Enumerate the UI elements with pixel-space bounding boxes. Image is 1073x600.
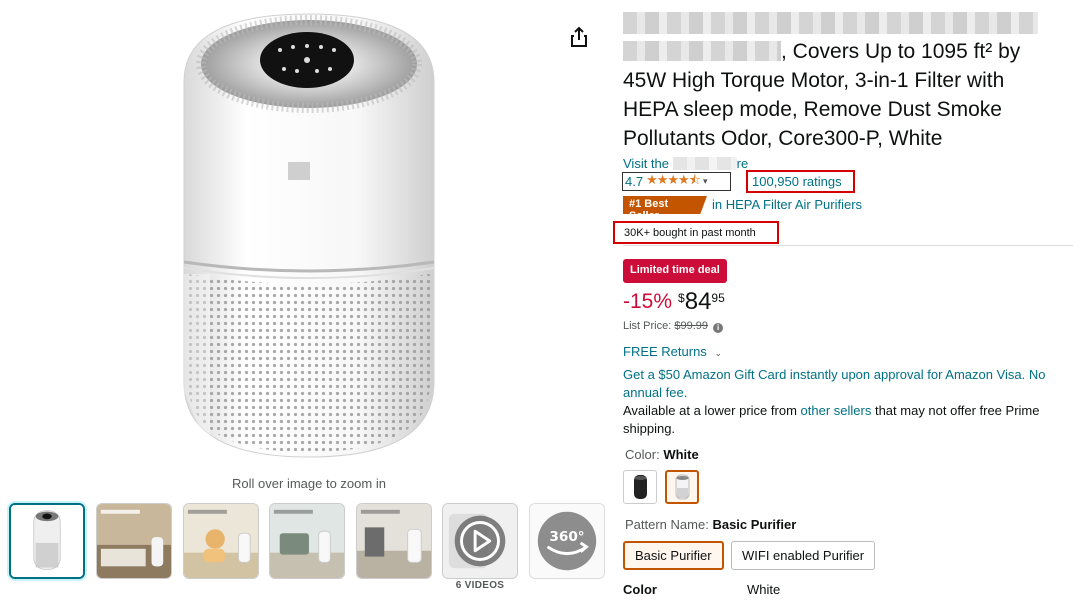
title-line-3: HEPA sleep mode, Remove Dust Smoke — [623, 98, 1002, 121]
thumbnail-pet-scene[interactable] — [183, 503, 259, 579]
color-selected-value: White — [663, 447, 699, 462]
thumbnail-video[interactable] — [442, 503, 518, 579]
discount-percent: -15% — [623, 290, 673, 313]
details-color-label: Color — [623, 582, 657, 597]
redacted-text — [672, 157, 737, 170]
price-fraction: 95 — [711, 291, 725, 305]
thumbnail-city-scene[interactable] — [356, 503, 432, 579]
redacted-text — [623, 41, 781, 61]
list-price-value: $99.99 — [674, 320, 709, 332]
color-swatch-black[interactable] — [623, 470, 657, 504]
limited-deal-badge: Limited time deal — [623, 259, 727, 283]
gift-card-offer-link[interactable]: Get a $50 Amazon Gift Card instantly upo… — [623, 366, 1073, 402]
thumbnail-wildfire-scene[interactable] — [269, 503, 345, 579]
details-color-value: White — [747, 582, 781, 597]
share-icon[interactable] — [568, 26, 590, 48]
title-line-2: 45W High Torque Motor, 3-in-1 Filter wit… — [623, 69, 1005, 92]
rating-summary[interactable]: 4.7 ★★★★⯪ ▾ — [622, 172, 731, 191]
best-seller-badge[interactable]: #1 Best Seller — [623, 196, 707, 214]
price-whole: 84 — [684, 288, 712, 315]
bought-past-month: 30K+ bought in past month — [613, 221, 779, 244]
other-sellers-link[interactable]: other sellers — [801, 403, 872, 418]
visit-store-link[interactable]: Visit the re — [623, 156, 748, 171]
free-returns-link[interactable]: FREE Returns ⌄ — [623, 344, 722, 359]
list-price: List Price: $99.99 i — [623, 320, 724, 333]
main-product-image[interactable] — [180, 12, 438, 462]
info-icon[interactable]: i — [713, 323, 724, 333]
free-returns-label: FREE Returns — [623, 344, 707, 359]
product-title: , Covers Up to 1095 ft² by 45W High Torq… — [623, 8, 1073, 153]
title-line-4: Pollutants Odor, Core300-P, White — [623, 127, 943, 150]
redacted-text — [623, 12, 1038, 35]
ratings-count-link[interactable]: 100,950 ratings — [746, 170, 855, 193]
pattern-label: Pattern Name: Basic Purifier — [625, 517, 796, 532]
best-seller-category-link[interactable]: in HEPA Filter Air Purifiers — [712, 197, 862, 212]
visit-store-suffix: re — [736, 156, 749, 171]
thumbnail-360-view[interactable]: 360° — [529, 503, 605, 579]
price-row: -15% $ 84 95 — [623, 287, 725, 317]
videos-count-label: 6 VIDEOS — [455, 580, 505, 591]
rating-value: 4.7 — [625, 174, 644, 189]
color-label: Color: White — [625, 447, 699, 462]
lower-price-notice: Available at a lower price from other se… — [623, 402, 1073, 438]
currency-symbol: $ — [678, 291, 685, 305]
pattern-selected-value: Basic Purifier — [712, 517, 797, 532]
color-label-text: Color: — [625, 447, 660, 462]
list-price-label: List Price: — [623, 320, 672, 332]
visit-store-prefix: Visit the — [623, 156, 670, 171]
divider — [623, 245, 1073, 246]
thumbnail-bedroom-scene[interactable] — [96, 503, 172, 579]
chevron-down-icon: ⌄ — [714, 348, 722, 358]
lower-price-prefix: Available at a lower price from — [623, 403, 797, 418]
color-swatch-white[interactable] — [665, 470, 699, 504]
zoom-hint: Roll over image to zoom in — [232, 476, 386, 491]
pattern-label-text: Pattern Name: — [625, 517, 709, 532]
pattern-option-basic[interactable]: Basic Purifier — [623, 541, 724, 570]
chevron-down-icon: ▾ — [703, 176, 708, 186]
360-label: 360° — [549, 529, 584, 545]
star-rating-icon: ★★★★⯪ — [646, 171, 701, 187]
title-line-1: , Covers Up to 1095 ft² by — [781, 40, 1021, 63]
pattern-option-wifi[interactable]: WIFI enabled Purifier — [731, 541, 876, 570]
thumbnail-product-front[interactable] — [9, 503, 85, 579]
